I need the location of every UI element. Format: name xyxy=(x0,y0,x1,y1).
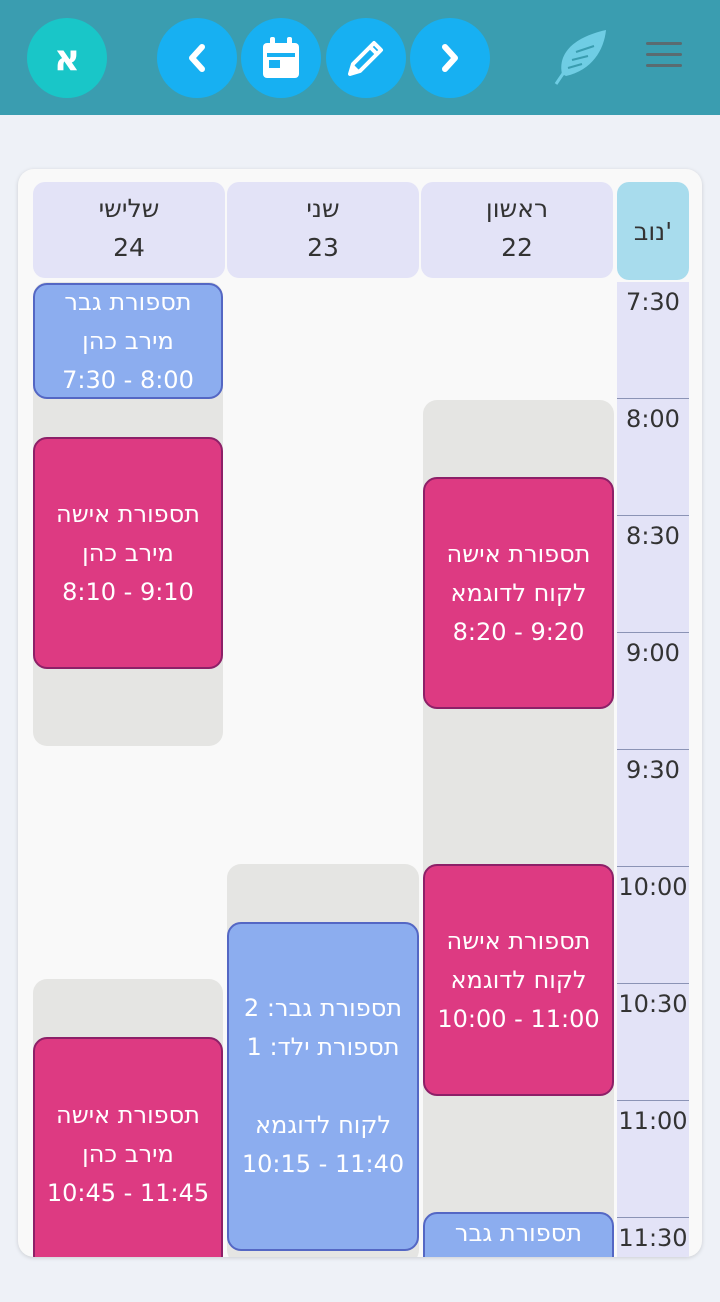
appointment-service: תספורת גבר xyxy=(454,1219,583,1247)
time-label: 9:30 xyxy=(617,749,689,866)
appointment-client: לקוח לדוגמא xyxy=(450,578,587,607)
day-header-sunday[interactable]: ראשון 22 xyxy=(421,182,613,278)
day-name: ראשון xyxy=(485,194,549,223)
appointment-time: 10:45 - 11:45 xyxy=(46,1178,210,1207)
pencil-icon xyxy=(348,41,383,76)
time-label: 11:00 xyxy=(617,1100,689,1217)
top-bar: א xyxy=(0,0,720,115)
appointment-sun-1[interactable]: תספורת אישה לקוח לדוגמא 8:20 - 9:20 xyxy=(423,477,614,709)
appointment-service: תספורת גבר: 2 xyxy=(243,994,403,1022)
time-label: 8:00 xyxy=(617,398,689,515)
day-header-tuesday[interactable]: שלישי 24 xyxy=(33,182,225,278)
day-name: שני xyxy=(306,194,340,223)
appointment-tue-1[interactable]: תספורת גבר מירב כהן 7:30 - 8:00 xyxy=(33,283,223,399)
time-label: 11:30 xyxy=(617,1217,689,1257)
appointment-sun-3[interactable]: תספורת גבר xyxy=(423,1212,614,1257)
language-button[interactable]: א xyxy=(27,18,107,98)
time-label: 7:30 xyxy=(626,288,680,316)
next-week-button[interactable] xyxy=(410,18,490,98)
month-label: נוב' xyxy=(617,182,689,280)
week-calendar: שלישי 24 שני 23 ראשון 22 נוב' 7:30 8:00 … xyxy=(18,169,702,1257)
appointment-mon-1[interactable]: תספורת גבר: 2 תספורת ילד: 1 לקוח לדוגמא … xyxy=(227,922,419,1251)
time-label: 10:30 xyxy=(617,983,689,1100)
appointment-service: תספורת אישה xyxy=(56,499,200,528)
chevron-right-icon xyxy=(442,44,458,72)
hamburger-menu-icon[interactable] xyxy=(646,42,682,72)
time-label: 8:30 xyxy=(617,515,689,632)
appointment-service: תספורת אישה xyxy=(446,539,591,568)
appointment-time: 8:10 - 9:10 xyxy=(62,577,194,606)
appointment-client: מירב כהן xyxy=(82,326,174,355)
day-name: שלישי xyxy=(98,194,160,223)
appointment-service-2: תספורת ילד: 1 xyxy=(246,1033,400,1061)
appointment-time: 7:30 - 8:00 xyxy=(62,365,194,394)
day-number: 23 xyxy=(307,233,339,262)
prev-week-button[interactable] xyxy=(157,18,237,98)
appointment-sun-2[interactable]: תספורת אישה לקוח לדוגמא 10:00 - 11:00 xyxy=(423,864,614,1096)
appointment-tue-2[interactable]: תספורת אישה מירב כהן 8:10 - 9:10 xyxy=(33,437,223,669)
appointment-time: 8:20 - 9:20 xyxy=(452,617,585,646)
appointment-tue-3[interactable]: תספורת אישה מירב כהן 10:45 - 11:45 xyxy=(33,1037,223,1257)
time-label: 9:00 xyxy=(617,632,689,749)
appointment-client: מירב כהן xyxy=(82,538,174,567)
appointment-service: תספורת אישה xyxy=(56,1100,200,1129)
day-header-monday[interactable]: שני 23 xyxy=(227,182,419,278)
appointment-time: 10:00 - 11:00 xyxy=(437,1004,600,1033)
appointment-client: לקוח לדוגמא xyxy=(450,965,587,994)
calendar-button[interactable] xyxy=(241,18,321,98)
appointment-client: מירב כהן xyxy=(82,1139,174,1168)
appointment-time: 10:15 - 11:40 xyxy=(241,1150,405,1178)
time-column: 7:30 8:00 8:30 9:00 9:30 10:00 10:30 11:… xyxy=(617,282,689,1257)
day-number: 22 xyxy=(501,233,533,262)
edit-button[interactable] xyxy=(326,18,406,98)
day-number: 24 xyxy=(113,233,145,262)
chevron-left-icon xyxy=(189,44,205,72)
appointment-service: תספורת גבר xyxy=(64,287,192,316)
calendar-icon xyxy=(263,37,299,78)
time-label: 10:00 xyxy=(617,866,689,983)
feather-icon[interactable] xyxy=(548,26,612,90)
appointment-service: תספורת אישה xyxy=(446,926,591,955)
appointment-client: לקוח לדוגמא xyxy=(254,1111,392,1139)
